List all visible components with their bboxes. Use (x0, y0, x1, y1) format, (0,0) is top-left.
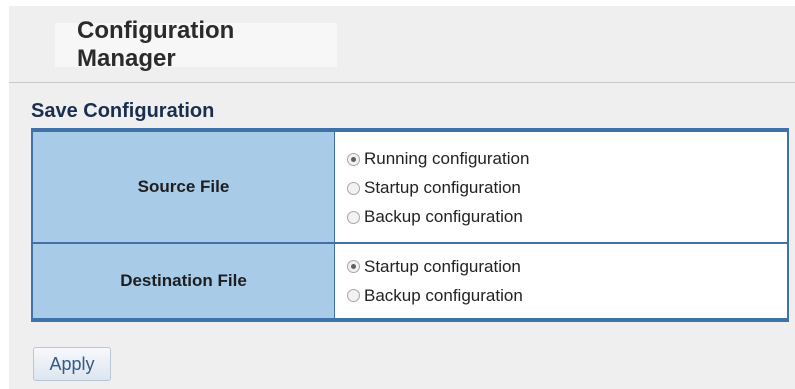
page-title: Configuration Manager (55, 17, 337, 72)
destination-file-row: Destination File Startup configuration B… (31, 244, 789, 318)
config-table: Source File Running configuration Startu… (31, 128, 789, 322)
source-file-row: Source File Running configuration Startu… (31, 132, 789, 242)
option-label: Backup configuration (364, 207, 523, 226)
source-file-options: Running configuration Startup configurat… (334, 132, 789, 242)
destination-file-label: Destination File (31, 244, 334, 318)
source-option-backup[interactable]: Backup configuration (347, 203, 787, 232)
apply-button[interactable]: Apply (33, 347, 111, 381)
radio-button[interactable] (347, 210, 360, 224)
option-label: Backup configuration (364, 285, 523, 305)
option-label: Startup configuration (364, 256, 521, 276)
header-bar: Configuration Manager (9, 6, 795, 83)
section-title: Save Configuration (31, 100, 215, 122)
radio-button[interactable] (347, 289, 360, 302)
radio-button[interactable] (347, 181, 360, 195)
destination-file-options: Startup configuration Backup configurati… (334, 244, 789, 318)
radio-button[interactable] (347, 260, 360, 273)
source-option-running[interactable]: Running configuration (347, 145, 787, 174)
destination-option-backup[interactable]: Backup configuration (347, 281, 787, 310)
option-label: Running configuration (364, 149, 530, 168)
destination-option-startup[interactable]: Startup configuration (347, 252, 787, 281)
source-option-startup[interactable]: Startup configuration (347, 174, 787, 203)
option-label: Startup configuration (364, 178, 521, 197)
page-container: Configuration Manager Save Configuration… (9, 6, 795, 389)
source-file-label: Source File (31, 132, 334, 242)
radio-button[interactable] (347, 152, 360, 166)
